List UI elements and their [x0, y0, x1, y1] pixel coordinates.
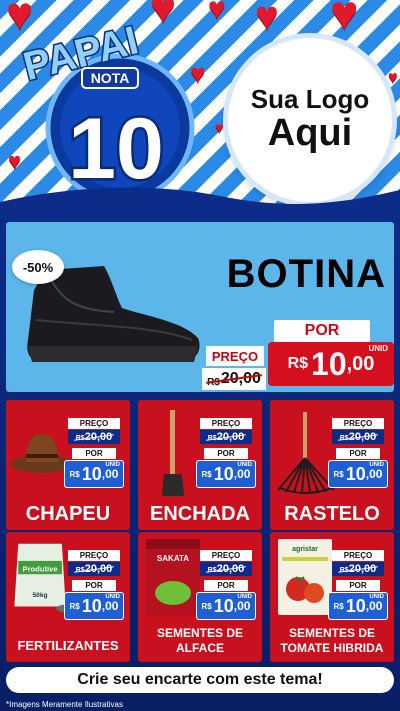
price-currency: R$: [69, 469, 80, 479]
preco-label: PREÇO: [332, 550, 384, 561]
product-name-line2: TOMATE HIBRIDA: [280, 640, 384, 655]
badge-nota: NOTA: [91, 70, 130, 86]
cta-banner[interactable]: Crie seu encarte com este tema!: [6, 667, 394, 693]
bag-brand: Produtive: [23, 564, 58, 573]
product-card-chapeu[interactable]: PREÇO R$20,00 POR UNID R$10,00 CHAPEU: [6, 400, 130, 530]
unit-label: UNID: [369, 462, 384, 468]
product-card-sementes-alface[interactable]: SAKATA PREÇO R$20,00 POR UNID R$10,00 SEM…: [138, 532, 262, 662]
unit-label: UNID: [237, 462, 252, 468]
product-card-sementes-tomate[interactable]: agristar PREÇO R$20,00 POR UNID R$10,00 S…: [270, 532, 394, 662]
product-name-line1: SEMENTES DE: [156, 626, 243, 641]
logo-placeholder: Sua Logo Aqui: [228, 38, 392, 202]
preco-label: PREÇO: [68, 550, 120, 561]
price: UNID R$ 10,00: [196, 592, 256, 620]
price-currency: R$: [287, 355, 309, 372]
por-label: POR: [204, 448, 248, 459]
unit-label: UNID: [105, 462, 120, 468]
old-price: R$20,00: [68, 562, 120, 576]
price-decimal: ,00: [233, 467, 251, 481]
price-decimal: ,00: [233, 599, 251, 613]
unit-label: UNID: [369, 594, 384, 600]
price-integer: 10: [81, 595, 102, 616]
price-integer: 10: [81, 463, 102, 484]
logo-line1: Sua Logo: [250, 84, 370, 115]
por-label: POR: [72, 448, 116, 459]
product-card-enchada[interactable]: PREÇO R$20,00 POR UNID R$10,00 ENCHADA: [138, 400, 262, 530]
preco-label: PREÇO: [200, 550, 252, 561]
featured-price: UNID R$ 10 ,00: [268, 342, 394, 386]
preco-label: PREÇO: [68, 418, 120, 429]
price-currency: R$: [69, 601, 80, 611]
price-tag: PREÇO R$20,00 POR UNID R$10,00: [196, 418, 256, 496]
header-banner: ♥ ♥ ♥ ♥ ♥ ♥ ♥ ♥ ♥ ♥ PAPAI NOTA 10 Sua Lo…: [0, 0, 400, 215]
featured-product-name: BOTINA: [226, 252, 386, 296]
preco-label: PREÇO: [332, 418, 384, 429]
heart-icon: ♥: [388, 69, 398, 86]
price-decimal: ,00: [101, 467, 119, 481]
price-tag: PREÇO R$20,00 POR UNID R$10,00: [64, 418, 124, 496]
price-decimal: ,00: [101, 599, 119, 613]
product-name: CHAPEU: [25, 503, 111, 525]
price-tag: PREÇO R$20,00 POR UNID R$10,00: [196, 550, 256, 628]
old-price: R$20,00: [68, 430, 120, 444]
header-wave: [0, 187, 400, 215]
price: UNID R$ 10,00: [196, 460, 256, 488]
por-label: POR: [274, 320, 370, 342]
unit-label: UNID: [237, 594, 252, 600]
old-price: R$20,00: [200, 562, 252, 576]
unit-label: UNID: [105, 594, 120, 600]
preco-label: PREÇO: [200, 418, 252, 429]
product-name: SEMENTES DE ALFACE: [138, 626, 262, 655]
heart-icon: ♥: [255, 0, 279, 38]
product-name: RASTELO: [284, 503, 380, 525]
price: UNID R$ 10,00: [64, 592, 124, 620]
por-label: POR: [72, 580, 116, 591]
por-label: POR: [204, 580, 248, 591]
price: UNID R$ 10,00: [328, 460, 388, 488]
papai-nota-10-badge: PAPAI NOTA 10: [18, 17, 195, 203]
disclaimer: *Imagens Meramente Ilustrativas: [6, 700, 123, 709]
price-tag: PREÇO R$20,00 POR UNID R$10,00: [64, 550, 124, 628]
price-integer: 10: [345, 463, 366, 484]
seed-pack-brand: SAKATA: [157, 554, 189, 563]
price-integer: 10: [311, 345, 347, 382]
price-integer: 10: [213, 463, 234, 484]
logo-line2: Aqui: [267, 111, 353, 154]
price-tag: PREÇO R$20,00 POR UNID R$10,00: [328, 418, 388, 496]
product-card-rastelo[interactable]: PREÇO R$20,00 POR UNID R$10,00 RASTELO: [270, 400, 394, 530]
price-decimal: ,00: [365, 599, 383, 613]
price-currency: R$: [333, 469, 344, 479]
price-currency: R$: [201, 601, 212, 611]
old-price: R$20,00: [332, 430, 384, 444]
old-price: R$ 20,00: [202, 368, 266, 390]
unit-label: UNID: [368, 344, 388, 353]
heart-icon: ♥: [330, 0, 359, 40]
product-name-line2: ALFACE: [176, 640, 224, 655]
price-decimal: ,00: [346, 352, 375, 375]
offers-area: -50% BOTINA PREÇO R$ 20,00 POR UNID R$ 1…: [0, 212, 400, 711]
price-integer: 10: [345, 595, 366, 616]
preco-label: PREÇO: [206, 346, 264, 366]
price-decimal: ,00: [365, 467, 383, 481]
old-price: R$20,00: [332, 562, 384, 576]
por-label: POR: [336, 448, 380, 459]
product-card-fertilizantes[interactable]: Produtive 50kg PREÇO R$20,00 POR UNID R$1…: [6, 532, 130, 662]
featured-product-card[interactable]: -50% BOTINA PREÇO R$ 20,00 POR UNID R$ 1…: [6, 222, 394, 392]
price-tag: PREÇO R$20,00 POR UNID R$10,00: [328, 550, 388, 628]
price-currency: R$: [201, 469, 212, 479]
price: UNID R$ 10,00: [328, 592, 388, 620]
discount-badge: -50%: [12, 250, 64, 284]
price: UNID R$ 10,00: [64, 460, 124, 488]
por-label: POR: [336, 580, 380, 591]
product-name: FERTILIZANTES: [17, 638, 119, 653]
product-name-line1: SEMENTES DE: [288, 626, 375, 641]
old-price: R$20,00: [200, 430, 252, 444]
seed-pack-brand: agristar: [292, 546, 318, 553]
price-currency: R$: [333, 601, 344, 611]
price-integer: 10: [213, 595, 234, 616]
bag-weight: 50kg: [32, 592, 47, 599]
product-name: SEMENTES DE TOMATE HIBRIDA: [270, 626, 394, 655]
product-name: ENCHADA: [150, 503, 250, 525]
